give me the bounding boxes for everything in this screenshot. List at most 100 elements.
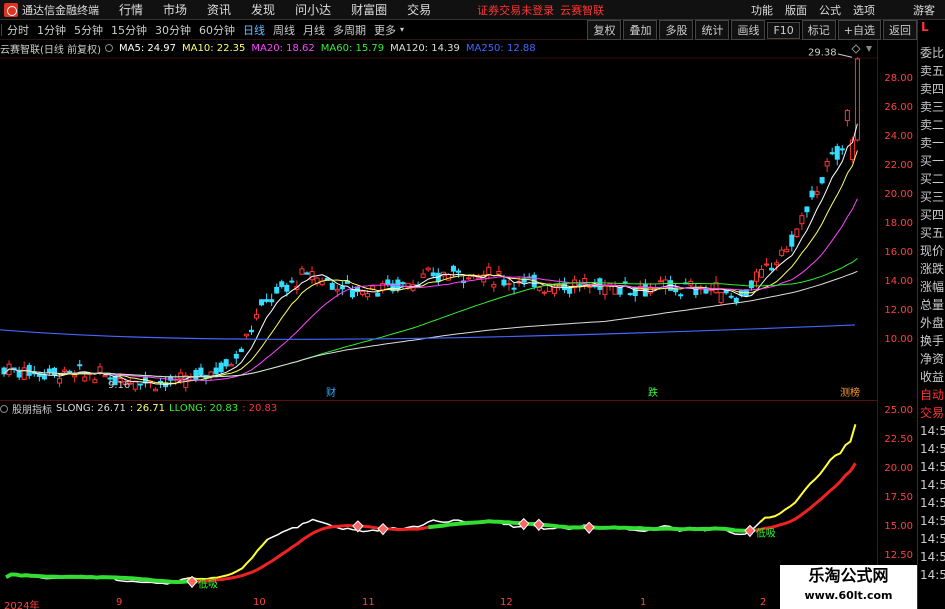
f10-button[interactable]: F10 — [767, 21, 800, 39]
tab-5min[interactable]: 5分钟 — [70, 22, 107, 38]
side-panel-item[interactable]: 14:56 — [918, 512, 945, 530]
side-panel-item[interactable]: 卖四 — [918, 80, 945, 98]
tab-monthly[interactable]: 月线 — [299, 22, 329, 38]
menu-market[interactable]: 市场 — [153, 1, 197, 18]
candle-body — [178, 372, 184, 380]
sub-tick: 20.00 — [884, 463, 913, 474]
tab-weekly[interactable]: 周线 — [269, 22, 299, 38]
candle-body — [62, 369, 68, 372]
candle-body — [496, 270, 502, 275]
side-panel-item[interactable]: 总量 — [918, 296, 945, 314]
price-axis: 28.00 26.00 24.00 22.00 20.00 18.00 16.0… — [877, 40, 917, 609]
llong-up-segment — [754, 462, 857, 532]
side-panel-item[interactable]: 14:56 — [918, 440, 945, 458]
candle-body — [193, 369, 199, 380]
candle-body — [809, 190, 815, 198]
tab-1min[interactable]: 1分钟 — [33, 22, 70, 38]
side-panel-item[interactable]: 买二 — [918, 170, 945, 188]
candle-body — [289, 280, 295, 283]
side-panel-item[interactable]: 涨跌 — [918, 260, 945, 278]
tab-15min[interactable]: 15分钟 — [107, 22, 151, 38]
title-bar: 通达信金融终端 行情 市场 资讯 发现 问小达 财富圈 交易 证券交易未登录 云… — [0, 0, 945, 20]
guest-button[interactable]: 游客 — [907, 2, 945, 18]
side-panel-item[interactable]: 买一 — [918, 152, 945, 170]
indicator-settings-icon[interactable] — [0, 404, 8, 413]
side-panel-item[interactable]: 14:56 — [918, 566, 945, 584]
ma-legend: 云赛智联(日线 前复权) MA5: 24.97 MA10: 22.35 MA20… — [0, 40, 542, 56]
candle-body — [339, 286, 345, 290]
side-panel-item[interactable]: 14:56 — [918, 494, 945, 512]
side-panel-item[interactable]: 换手 — [918, 332, 945, 350]
tab-intraday[interactable]: 分时 — [3, 22, 33, 38]
side-panel-item[interactable]: 买三 — [918, 188, 945, 206]
candle-body — [198, 367, 204, 376]
ma250-label: MA250: 12.88 — [465, 42, 536, 54]
candle-body — [72, 374, 78, 378]
multi-stock-button[interactable]: 多股 — [659, 20, 694, 40]
adjust-button[interactable]: 复权 — [587, 20, 622, 40]
ma250-line — [0, 324, 856, 340]
menu-news[interactable]: 资讯 — [197, 1, 241, 18]
draw-line-button[interactable]: 画线 — [731, 20, 766, 40]
candle-body — [511, 287, 517, 290]
candle-body — [400, 282, 406, 285]
menu-quotes[interactable]: 行情 — [109, 1, 153, 18]
menu-wealth[interactable]: 财富圈 — [341, 1, 397, 18]
side-panel-item[interactable]: 交易 — [918, 404, 945, 422]
candle-body — [445, 274, 451, 281]
tab-more[interactable]: 更多 — [370, 22, 400, 38]
menu-ask[interactable]: 问小达 — [285, 1, 341, 18]
candle-body — [228, 364, 234, 367]
add-watchlist-button[interactable]: +自选 — [837, 20, 881, 40]
side-panel-item[interactable]: 委比 — [918, 44, 945, 62]
indicator-chart[interactable]: 低吸低吸 — [0, 400, 877, 609]
menu-discover[interactable]: 发现 — [241, 1, 285, 18]
side-panel-item[interactable]: 净资 — [918, 350, 945, 368]
x-tick: 1 — [640, 597, 647, 608]
side-panel-item[interactable]: 14:56 — [918, 530, 945, 548]
side-panel-item[interactable]: 自动 — [918, 386, 945, 404]
side-panel-item[interactable]: 14:56 — [918, 422, 945, 440]
mark-button[interactable]: 标记 — [801, 20, 836, 40]
side-panel-item[interactable]: 14:56 — [918, 548, 945, 566]
menu-trade[interactable]: 交易 — [397, 1, 441, 18]
candle-body — [223, 359, 229, 367]
slong-up-segment — [186, 538, 269, 581]
candle-body — [299, 268, 305, 275]
tab-daily[interactable]: 日线 — [239, 22, 269, 38]
candle-body — [92, 379, 98, 384]
side-panel-item[interactable]: 涨幅 — [918, 278, 945, 296]
menu-layout[interactable]: 版面 — [779, 2, 813, 18]
side-panel-item[interactable]: 卖三 — [918, 98, 945, 116]
price-chart[interactable]: 29.38 9.16 财 跌 测榜 — [0, 40, 877, 400]
side-panel-item[interactable]: 买五 — [918, 224, 945, 242]
side-panel-item[interactable]: 卖二 — [918, 116, 945, 134]
x-tick: 10 — [253, 597, 266, 608]
settings-circle-icon[interactable] — [104, 44, 113, 52]
more-chevron-icon: ▾ — [400, 25, 405, 34]
candle-body — [551, 286, 557, 294]
side-panel-item[interactable]: 外盘 — [918, 314, 945, 332]
x-tick: 11 — [362, 597, 375, 608]
candle-body — [536, 287, 542, 291]
tab-30min[interactable]: 30分钟 — [151, 22, 195, 38]
side-panel-item[interactable]: 收益 — [918, 368, 945, 386]
right-menu: 功能 版面 公式 选项 游客 — [745, 0, 945, 20]
side-panel-item[interactable]: 现价 — [918, 242, 945, 260]
indicator-legend: 股朋指标 SLONG: 26.71 : 26.71 LLONG: 20.83 :… — [0, 401, 281, 416]
side-panel-item[interactable]: 卖五 — [918, 62, 945, 80]
tab-multi-period[interactable]: 多周期 — [329, 22, 370, 38]
menu-options[interactable]: 选项 — [847, 2, 881, 18]
menu-function[interactable]: 功能 — [745, 2, 779, 18]
tab-60min[interactable]: 60分钟 — [195, 22, 239, 38]
side-panel-item[interactable]: 14:56 — [918, 458, 945, 476]
back-button[interactable]: 返回 — [883, 20, 917, 40]
side-panel-item[interactable]: 14:56 — [918, 476, 945, 494]
overlay-button[interactable]: 叠加 — [623, 20, 658, 40]
stats-button[interactable]: 统计 — [695, 20, 730, 40]
side-panel-item[interactable]: 买四 — [918, 206, 945, 224]
sub-tick: 17.50 — [884, 492, 913, 503]
side-panel-item[interactable]: 卖一 — [918, 134, 945, 152]
candle-body — [789, 234, 795, 247]
menu-formula[interactable]: 公式 — [813, 2, 847, 18]
